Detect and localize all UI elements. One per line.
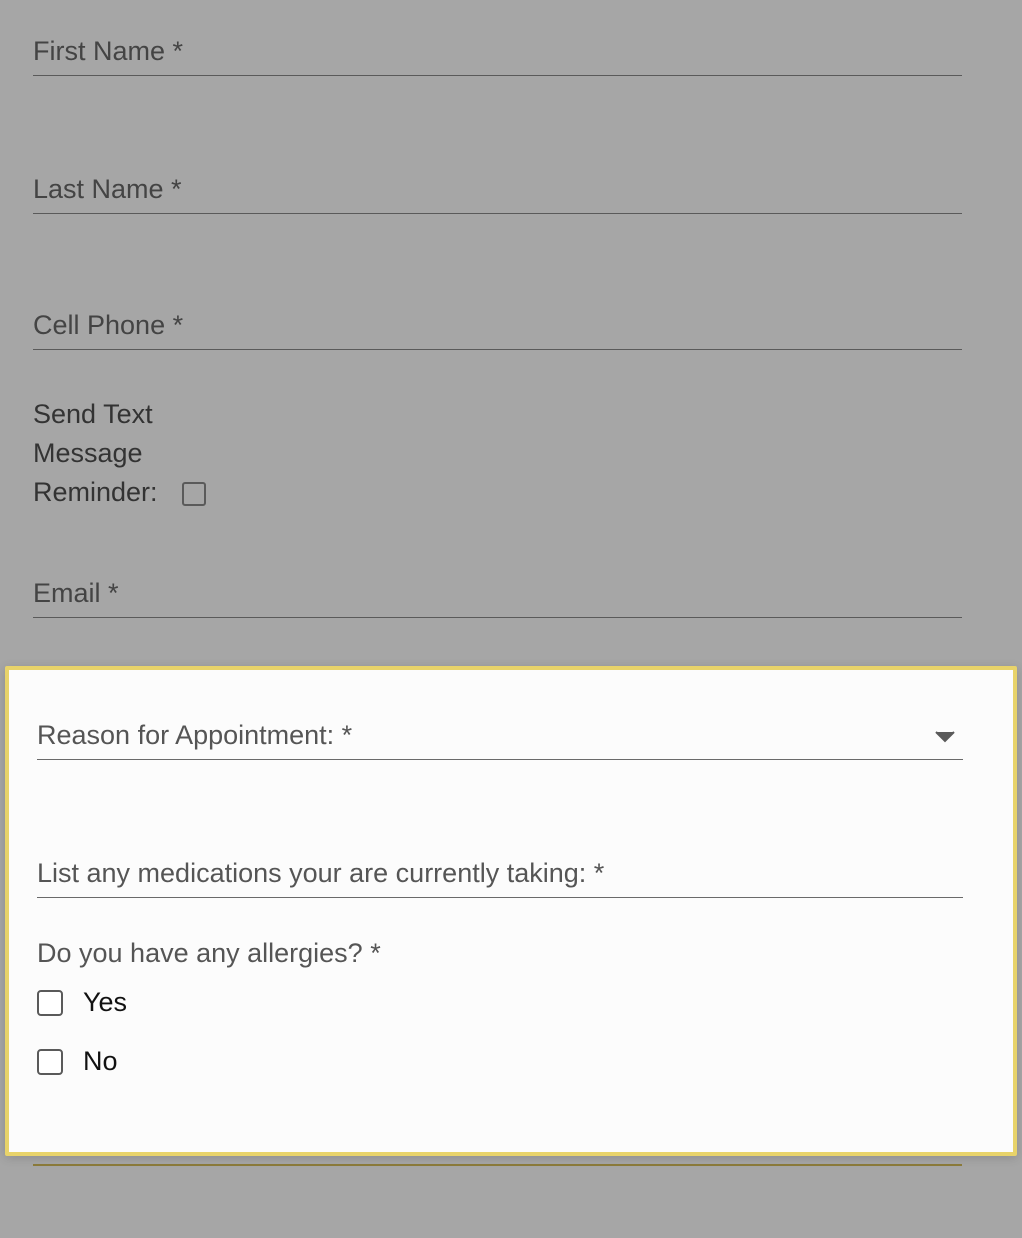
last-name-input[interactable]: [33, 168, 962, 214]
allergies-option-yes: Yes: [37, 987, 963, 1018]
chevron-down-icon: [935, 731, 955, 743]
medications-field: [37, 852, 963, 898]
cell-phone-field: [33, 304, 962, 350]
reason-field: Reason for Appointment: *: [37, 714, 963, 760]
appointment-form-page: Send Text Message Reminder: Reason for A…: [0, 0, 1022, 1238]
allergies-group: Do you have any allergies? * Yes No: [37, 938, 963, 1077]
allergies-no-checkbox[interactable]: [37, 1049, 63, 1075]
reason-select[interactable]: Reason for Appointment: *: [37, 714, 963, 760]
text-reminder-field: Send Text Message Reminder:: [33, 395, 962, 512]
appointment-details-panel: Reason for Appointment: * Do you have an…: [5, 666, 1017, 1156]
text-reminder-label: Send Text Message Reminder:: [33, 395, 158, 512]
email-field: [33, 572, 962, 618]
allergies-question-label: Do you have any allergies? *: [37, 938, 963, 969]
allergies-option-no: No: [37, 1046, 963, 1077]
first-name-input[interactable]: [33, 30, 962, 76]
medications-input[interactable]: [37, 852, 963, 898]
allergies-yes-label: Yes: [83, 987, 127, 1018]
text-reminder-checkbox[interactable]: [182, 482, 206, 506]
last-name-field: [33, 168, 962, 214]
divider: [33, 1164, 962, 1166]
email-input[interactable]: [33, 572, 962, 618]
cell-phone-input[interactable]: [33, 304, 962, 350]
first-name-field: [33, 30, 962, 76]
allergies-yes-checkbox[interactable]: [37, 990, 63, 1016]
reason-select-label: Reason for Appointment: *: [37, 720, 352, 750]
allergies-no-label: No: [83, 1046, 118, 1077]
